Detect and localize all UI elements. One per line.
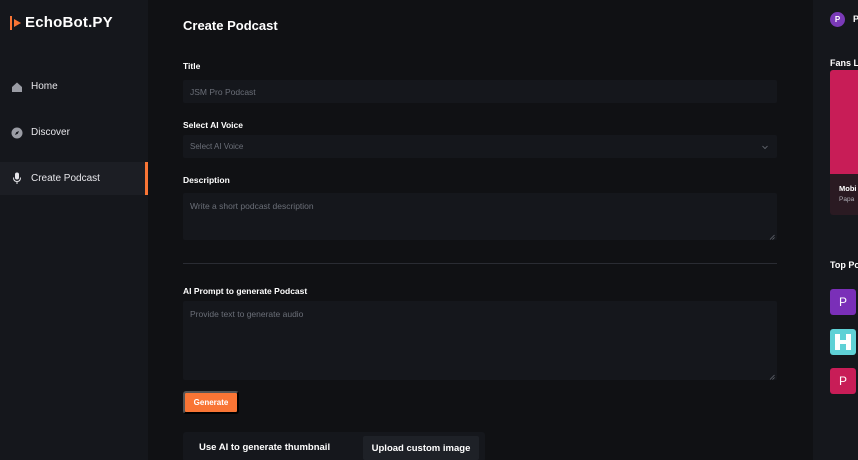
ai-thumbnail-tab[interactable]: Use AI to generate thumbnail [199, 442, 330, 453]
voice-select-value: Select AI Voice [190, 142, 244, 151]
description-textarea[interactable]: Write a short podcast description [183, 193, 777, 240]
thumbnail-options: Use AI to generate thumbnail Upload cust… [183, 432, 485, 460]
page-title: Create Podcast [183, 18, 278, 33]
sidebar-item-label: Discover [31, 127, 70, 138]
prompt-textarea[interactable]: Provide text to generate audio [183, 301, 777, 380]
home-icon [10, 80, 23, 93]
description-label: Description [183, 175, 230, 185]
title-label: Title [183, 61, 201, 71]
user-avatar[interactable]: P [830, 12, 845, 27]
fan-card-image [830, 70, 858, 174]
upload-image-tab[interactable]: Upload custom image [363, 436, 479, 460]
generate-button[interactable]: Generate [183, 391, 239, 414]
sidebar-item-label: Create Podcast [31, 173, 100, 184]
right-sidebar: P P Fans L Mobi Papa Top Po P P [813, 0, 858, 460]
prompt-placeholder: Provide text to generate audio [190, 309, 304, 319]
title-input[interactable]: JSM Pro Podcast [183, 80, 777, 103]
fan-card-author: Papa [839, 196, 855, 203]
compass-icon [10, 126, 23, 139]
fan-podcast-card[interactable]: Mobi Papa [830, 70, 858, 215]
user-name: P [853, 14, 858, 24]
fan-card-title: Mobi [839, 184, 857, 193]
left-sidebar: EchoBot.PY Home Discover Create Podcast [0, 0, 148, 460]
top-podcaster-avatar[interactable] [830, 329, 856, 355]
top-podcasters-title: Top Po [830, 260, 858, 270]
section-divider [183, 263, 777, 264]
main-content: Create Podcast Title JSM Pro Podcast Sel… [148, 0, 813, 460]
fans-section-title: Fans L [830, 58, 858, 68]
app-name: EchoBot.PY [25, 14, 113, 31]
sidebar-item-label: Home [31, 81, 58, 92]
top-podcaster-avatar[interactable]: P [830, 368, 856, 394]
sidebar-item-create-podcast[interactable]: Create Podcast [0, 162, 148, 195]
sidebar-item-discover[interactable]: Discover [0, 116, 148, 149]
prompt-label: AI Prompt to generate Podcast [183, 286, 308, 296]
app-logo[interactable]: EchoBot.PY [10, 14, 113, 31]
title-input-placeholder: JSM Pro Podcast [190, 86, 256, 97]
sidebar-item-home[interactable]: Home [0, 70, 148, 103]
voice-label: Select AI Voice [183, 120, 243, 130]
description-placeholder: Write a short podcast description [190, 201, 314, 211]
microphone-icon [10, 172, 23, 185]
pattern-icon [835, 334, 851, 350]
voice-select[interactable]: Select AI Voice [183, 135, 777, 158]
chevron-down-icon [762, 143, 768, 152]
top-podcaster-avatar[interactable]: P [830, 289, 856, 315]
logo-icon [10, 15, 22, 31]
resize-handle-icon[interactable] [769, 372, 775, 380]
resize-handle-icon[interactable] [769, 232, 775, 240]
